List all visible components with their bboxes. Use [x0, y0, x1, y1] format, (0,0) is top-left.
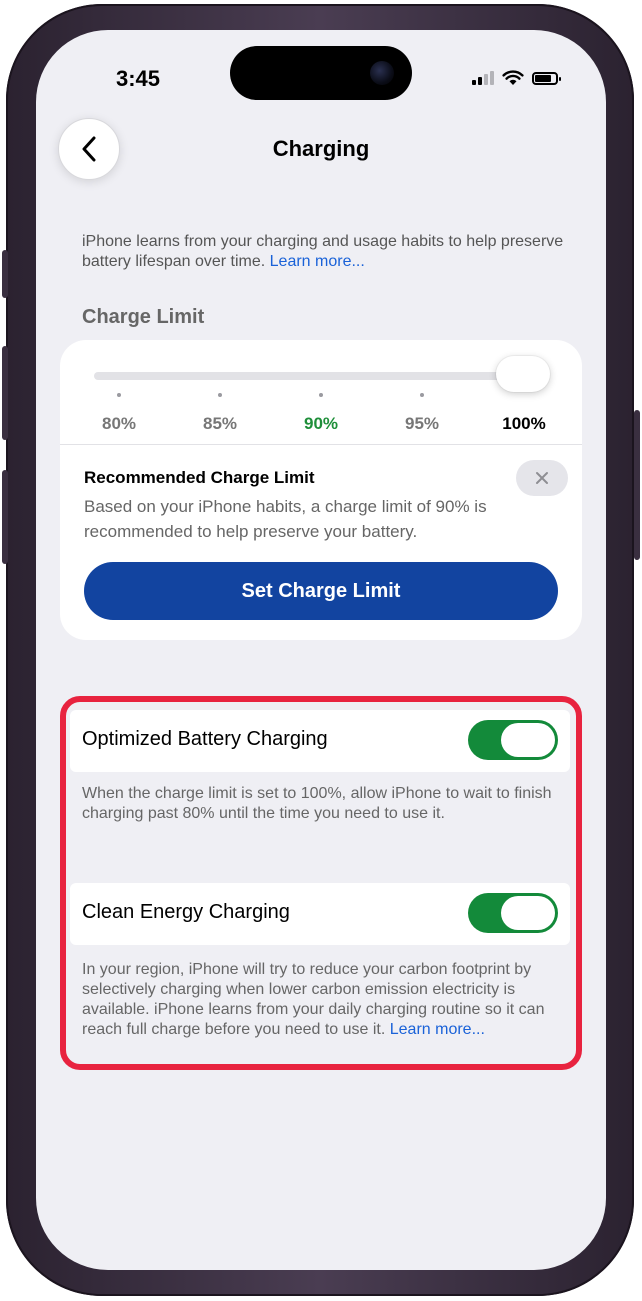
dynamic-island	[230, 46, 412, 100]
clean-energy-row: Clean Energy Charging	[70, 883, 570, 945]
tick-label-80: 80%	[101, 414, 137, 433]
charge-limit-heading: Charge Limit	[82, 306, 205, 328]
clean-energy-description: In your region, iPhone will try to reduc…	[82, 960, 572, 1040]
dismiss-recommendation-button[interactable]	[516, 460, 568, 496]
charge-limit-card: 80% 85% 90% 95% 100% Recommended Charge …	[60, 340, 582, 640]
optimized-charging-label: Optimized Battery Charging	[82, 728, 328, 750]
slider-tick	[117, 393, 121, 397]
slider-tick	[218, 393, 222, 397]
toggle-knob	[501, 896, 555, 930]
slider-thumb[interactable]	[496, 356, 550, 392]
clean-energy-label: Clean Energy Charging	[82, 901, 290, 923]
slider-tick	[420, 393, 424, 397]
charge-limit-slider[interactable]	[94, 372, 534, 380]
clean-energy-learn-more-link[interactable]: Learn more...	[390, 1021, 485, 1038]
tick-label-95: 95%	[404, 414, 440, 433]
front-camera	[370, 61, 394, 85]
set-charge-limit-button[interactable]: Set Charge Limit	[84, 562, 558, 620]
recommendation-title: Recommended Charge Limit	[84, 468, 315, 487]
divider	[60, 444, 582, 445]
page-title: Charging	[272, 136, 370, 161]
intro-text: iPhone learns from your charging and usa…	[82, 232, 582, 272]
status-time: 3:45	[116, 66, 161, 91]
battery-icon	[532, 71, 561, 85]
cellular-signal-icon	[472, 71, 494, 85]
slider-tick	[319, 393, 323, 397]
power-button	[634, 410, 640, 560]
close-icon	[536, 472, 548, 484]
status-icons	[472, 68, 561, 88]
learn-more-link[interactable]: Learn more...	[270, 253, 365, 270]
optimized-charging-row: Optimized Battery Charging	[70, 710, 570, 772]
optimized-charging-toggle[interactable]	[468, 720, 558, 760]
optimized-charging-description: When the charge limit is set to 100%, al…	[82, 785, 552, 822]
volume-up-button	[2, 346, 8, 440]
toggle-knob	[501, 723, 555, 757]
tick-label-100-selected: 100%	[502, 414, 546, 433]
action-button	[2, 250, 8, 298]
tick-label-90-recommended: 90%	[303, 414, 339, 433]
wifi-icon	[502, 70, 524, 85]
clean-energy-toggle[interactable]	[468, 893, 558, 933]
tick-label-85: 85%	[202, 414, 238, 433]
screen: 3:45 Charging iPhone learns from your ch…	[36, 30, 606, 1270]
recommendation-body: Based on your iPhone habits, a charge li…	[84, 497, 487, 541]
volume-down-button	[2, 470, 8, 564]
